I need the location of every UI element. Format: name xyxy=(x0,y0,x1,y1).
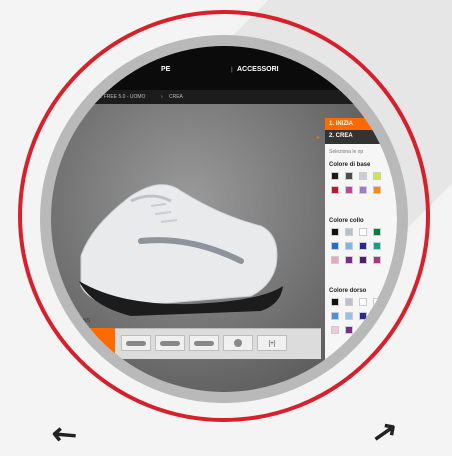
arrow-left-icon: ↖ xyxy=(44,413,85,456)
color-swatch[interactable] xyxy=(345,228,353,236)
section-collar-title: Colore collo xyxy=(329,218,364,224)
color-swatch[interactable] xyxy=(373,186,381,194)
color-swatch[interactable] xyxy=(331,326,339,334)
color-swatch[interactable] xyxy=(345,186,353,194)
color-swatch[interactable] xyxy=(373,326,381,334)
color-swatch[interactable] xyxy=(373,256,381,264)
view-thumb-active[interactable] xyxy=(81,328,115,358)
color-swatch[interactable] xyxy=(359,312,367,320)
breadcrumb-product[interactable]: E FREE 5.0 - UOMO xyxy=(99,94,145,100)
color-swatch[interactable] xyxy=(345,326,353,334)
view-thumb-2[interactable] xyxy=(121,335,151,351)
nav-separator: | xyxy=(231,67,233,73)
color-swatch[interactable] xyxy=(373,312,381,320)
color-swatch[interactable] xyxy=(331,186,339,194)
customization-panel xyxy=(325,118,397,388)
color-swatch[interactable] xyxy=(331,228,339,236)
color-swatch[interactable] xyxy=(345,172,353,180)
shoe-image xyxy=(79,184,283,316)
view-thumb-3[interactable] xyxy=(155,335,185,351)
color-swatch[interactable] xyxy=(359,256,367,264)
step-inizia[interactable]: 1. INIZIA xyxy=(325,118,397,130)
color-swatch[interactable] xyxy=(345,242,353,250)
section-back-title: Colore dorso xyxy=(329,288,367,294)
nav-item-scarpe[interactable]: PE xyxy=(161,66,170,73)
color-swatch[interactable] xyxy=(359,326,367,334)
view-thumb-5[interactable] xyxy=(223,335,253,351)
view-thumb-zoom[interactable]: [+] xyxy=(257,335,287,351)
view-thumb-4[interactable] xyxy=(189,335,219,351)
color-swatch[interactable] xyxy=(345,298,353,306)
color-swatch[interactable] xyxy=(373,242,381,250)
color-swatch[interactable] xyxy=(359,298,367,306)
step-inizia-label: 1. INIZIA xyxy=(329,121,354,127)
step-arrow-icon: ▸ xyxy=(317,135,321,141)
color-swatch[interactable] xyxy=(359,172,367,180)
section-base-title: Colore di base xyxy=(329,162,371,168)
nav-item-accessori[interactable]: ACCESSORI xyxy=(237,66,279,73)
breadcrumb-current: CREA xyxy=(169,94,183,100)
color-swatch[interactable] xyxy=(359,186,367,194)
color-swatch[interactable] xyxy=(373,172,381,180)
color-swatch[interactable] xyxy=(331,312,339,320)
color-swatch[interactable] xyxy=(359,242,367,250)
color-swatch[interactable] xyxy=(373,298,381,306)
color-swatch[interactable] xyxy=(331,298,339,306)
breadcrumb-separator: › xyxy=(161,94,163,100)
color-swatch[interactable] xyxy=(373,228,381,236)
color-swatch[interactable] xyxy=(359,228,367,236)
step-crea[interactable]: 2. CREA xyxy=(325,130,397,144)
magnifier-lens: PE | ACCESSORI E FREE 5.0 - UOMO › CREA … xyxy=(51,46,397,392)
top-nav: PE | ACCESSORI xyxy=(51,46,397,90)
color-swatch[interactable] xyxy=(331,172,339,180)
arrow-right-icon: ↗ xyxy=(369,414,400,451)
options-hint: Seleziona le op xyxy=(329,149,364,155)
step-crea-label: 2. CREA xyxy=(329,133,353,139)
color-swatch[interactable] xyxy=(331,256,339,264)
color-swatch[interactable] xyxy=(345,312,353,320)
breadcrumb: E FREE 5.0 - UOMO › CREA xyxy=(51,90,397,104)
views-label: NS xyxy=(83,318,90,324)
color-swatch[interactable] xyxy=(331,242,339,250)
color-swatch[interactable] xyxy=(345,256,353,264)
